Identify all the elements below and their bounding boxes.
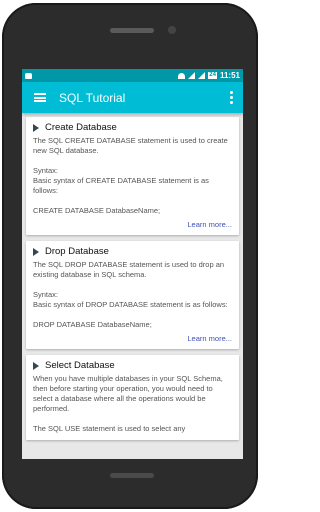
status-time: 11:51 <box>219 71 240 80</box>
learn-more-link[interactable]: Learn more... <box>33 220 232 229</box>
earpiece-speaker <box>110 28 154 33</box>
card-syntax: The SQL USE statement is used to select … <box>33 424 186 433</box>
card-description: The SQL DROP DATABASE statement is used … <box>33 260 225 279</box>
front-camera <box>168 26 176 34</box>
signal-icon <box>188 72 196 79</box>
app-toolbar: SQL Tutorial <box>22 82 243 113</box>
play-arrow-icon <box>33 247 39 256</box>
signal-icon-2 <box>198 72 206 79</box>
card-title: Create Database <box>45 122 117 133</box>
card-description: When you have multiple databases in your… <box>33 374 223 413</box>
phone-frame: 24 11:51 SQL Tutorial Create Database Th… <box>2 3 258 509</box>
card-drop-database[interactable]: Drop Database The SQL DROP DATABASE stat… <box>26 241 239 349</box>
card-example: DROP DATABASE DatabaseName; <box>33 320 152 329</box>
overflow-menu-icon[interactable] <box>230 91 233 104</box>
card-title: Select Database <box>45 360 115 371</box>
card-syntax: Syntax: Basic syntax of DROP DATABASE st… <box>33 290 228 309</box>
card-select-database[interactable]: Select Database When you have multiple d… <box>26 355 239 440</box>
battery-icon: 24 <box>208 72 217 79</box>
screen: 24 11:51 SQL Tutorial Create Database Th… <box>22 69 243 459</box>
card-syntax: Syntax: Basic syntax of CREATE DATABASE … <box>33 166 209 195</box>
bottom-speaker <box>110 473 154 478</box>
app-title: SQL Tutorial <box>59 90 126 105</box>
play-arrow-icon <box>33 361 39 370</box>
wifi-icon <box>178 72 186 79</box>
card-example: CREATE DATABASE DatabaseName; <box>33 206 161 215</box>
card-list: Create Database The SQL CREATE DATABASE … <box>22 113 243 440</box>
card-description: The SQL CREATE DATABASE statement is use… <box>33 136 228 155</box>
card-create-database[interactable]: Create Database The SQL CREATE DATABASE … <box>26 117 239 235</box>
card-title: Drop Database <box>45 246 109 257</box>
learn-more-link[interactable]: Learn more... <box>33 334 232 343</box>
status-bar: 24 11:51 <box>22 69 243 82</box>
hamburger-menu-icon[interactable] <box>34 93 46 102</box>
android-notification-icon <box>25 72 32 79</box>
play-arrow-icon <box>33 123 39 132</box>
